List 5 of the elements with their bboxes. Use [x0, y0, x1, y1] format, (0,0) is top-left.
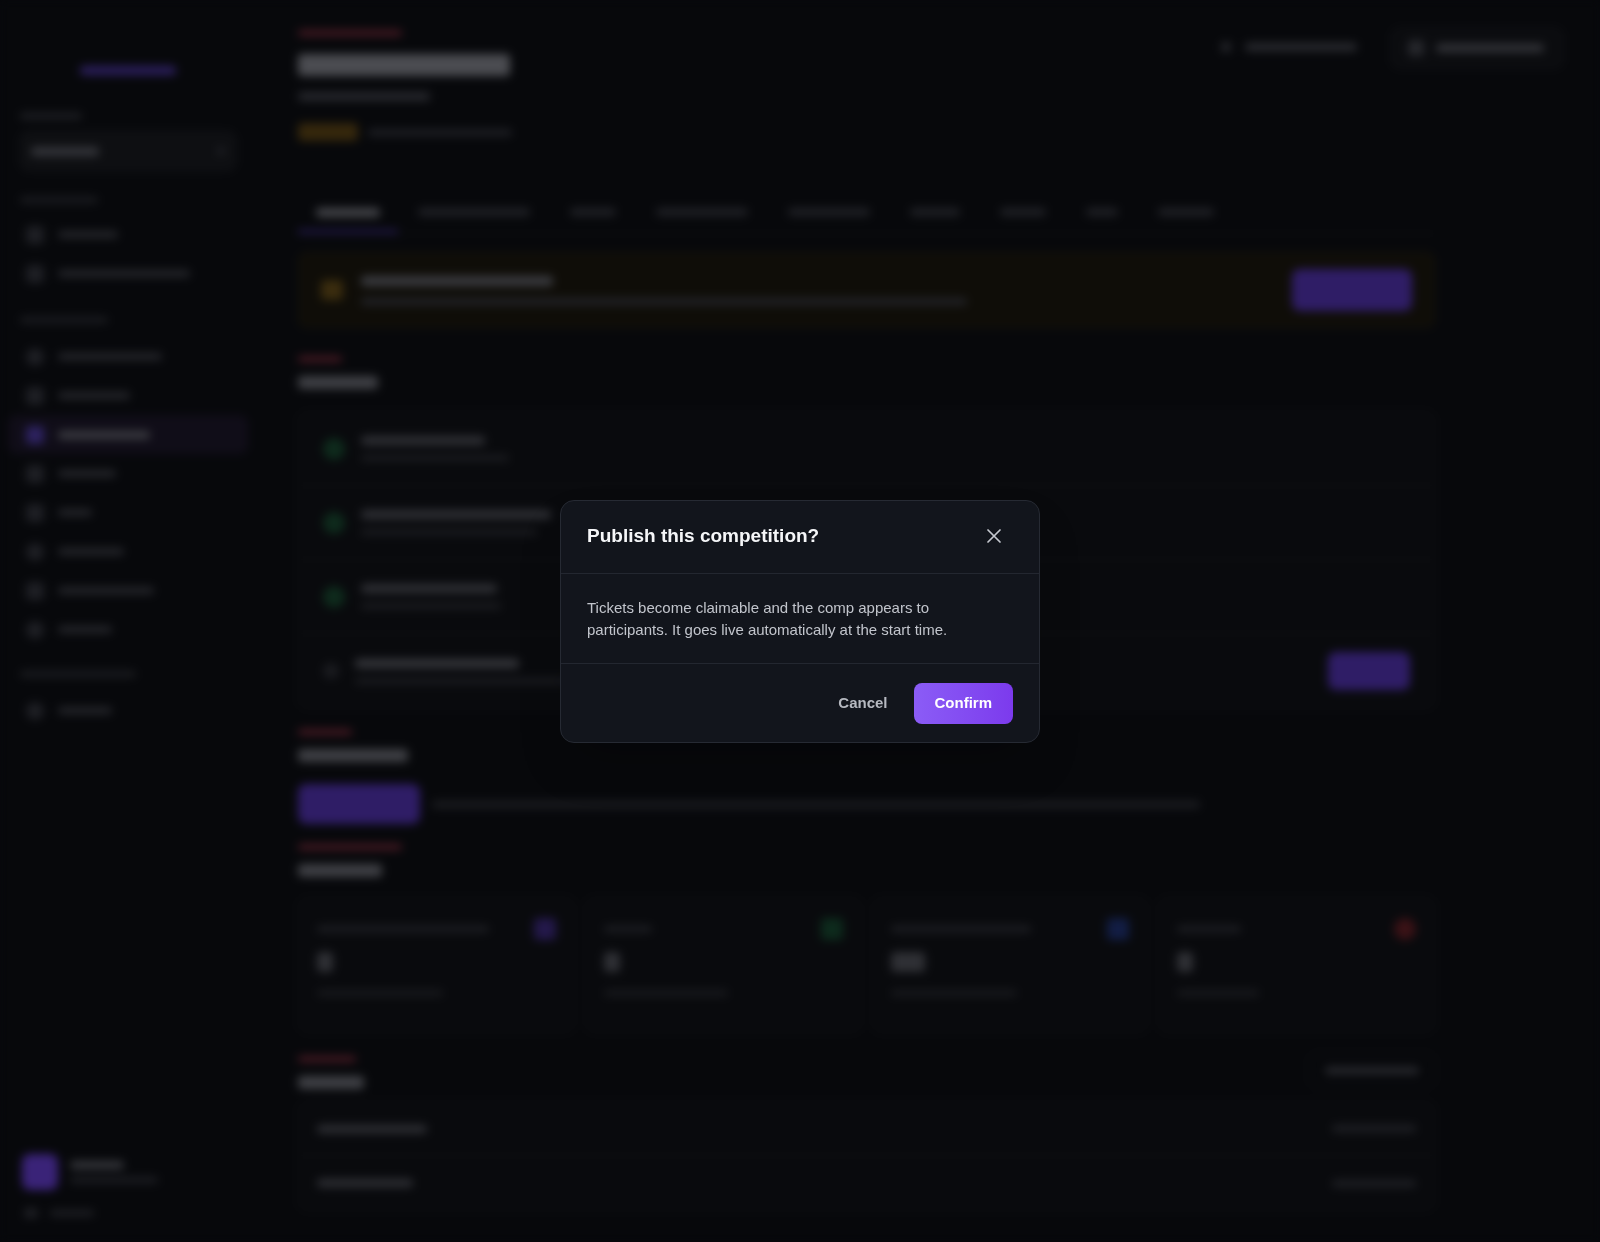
cancel-button[interactable]: Cancel: [834, 682, 892, 724]
close-icon: [987, 528, 1001, 543]
dialog-message: Tickets become claimable and the comp appears to participants. It goes live automatically at the start time.: [587, 597, 949, 640]
dialog-title: Publish this competition?: [587, 523, 820, 548]
confirm-button[interactable]: Confirm: [913, 682, 1013, 724]
